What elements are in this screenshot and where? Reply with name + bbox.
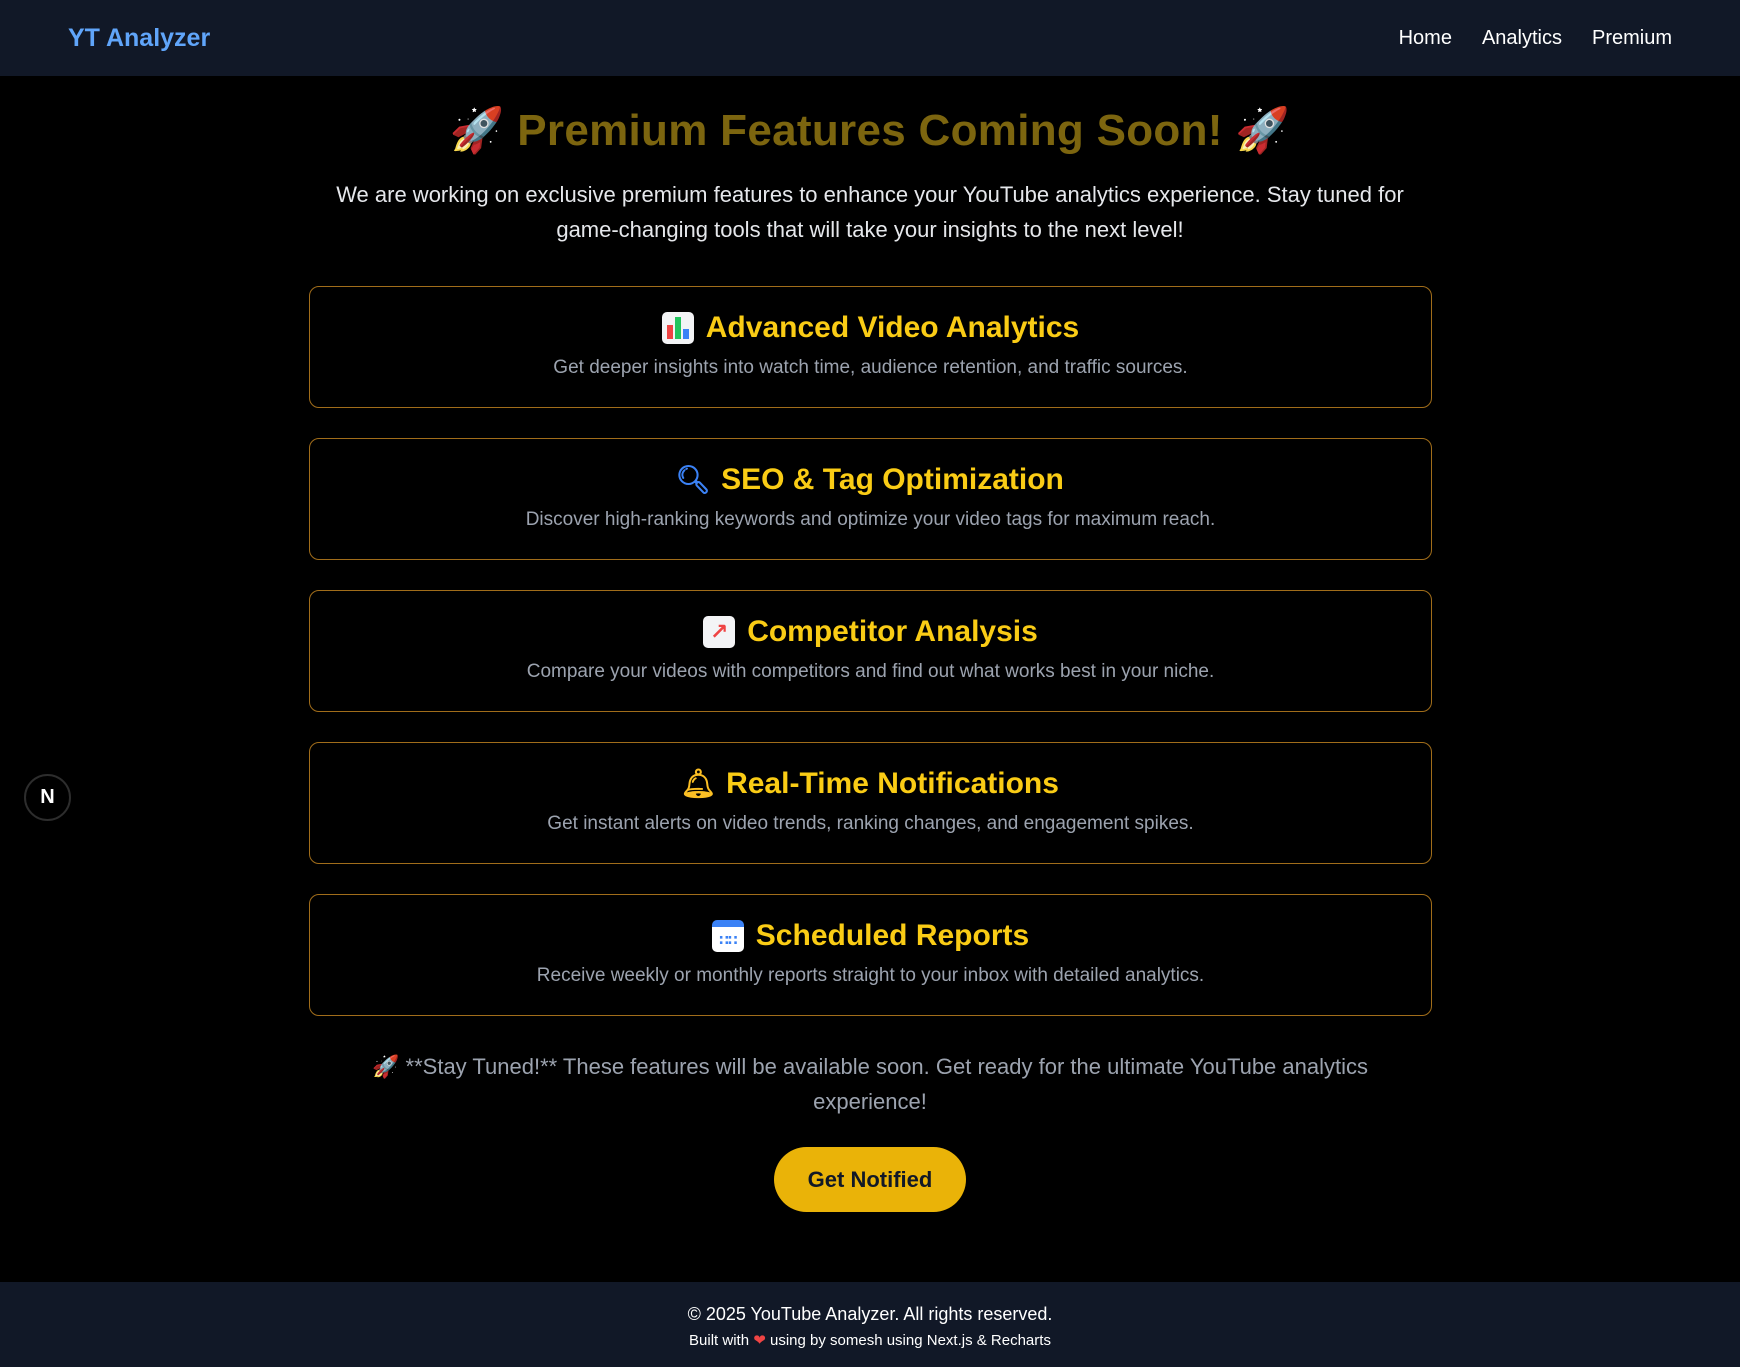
stay-tuned-text: **Stay Tuned!** These features will be a… bbox=[405, 1054, 1368, 1114]
top-navbar: YT Analyzer Home Analytics Premium bbox=[0, 0, 1740, 76]
calendar-icon: ∷∷ bbox=[711, 920, 744, 952]
nextjs-dev-indicator[interactable]: N bbox=[24, 774, 71, 821]
rocket-icon: 🚀 bbox=[1235, 106, 1291, 155]
feature-card-video-analytics: Advanced Video Analytics Get deeper insi… bbox=[309, 286, 1432, 408]
feature-list: Advanced Video Analytics Get deeper insi… bbox=[309, 286, 1432, 1046]
feature-title: Advanced Video Analytics bbox=[705, 311, 1080, 344]
rocket-icon: 🚀 bbox=[449, 106, 505, 155]
get-notified-button[interactable]: Get Notified bbox=[774, 1147, 966, 1212]
page-title-text: Premium Features Coming Soon! bbox=[517, 106, 1223, 155]
stay-tuned-message: 🚀 **Stay Tuned!** These features will be… bbox=[360, 1049, 1380, 1119]
feature-card-reports: ∷∷ Scheduled Reports Receive weekly or m… bbox=[309, 894, 1432, 1016]
feature-card-notifications: 🔔︎ Real-Time Notifications Get instant a… bbox=[309, 742, 1432, 864]
feature-description: Discover high-ranking keywords and optim… bbox=[525, 509, 1216, 530]
copyright-text: © 2025 YouTube Analyzer. All rights rese… bbox=[687, 1304, 1053, 1324]
heart-icon: ❤ bbox=[753, 1332, 766, 1349]
magnifier-icon: 🔍︎ bbox=[675, 464, 711, 495]
feature-description: Get instant alerts on video trends, rank… bbox=[547, 813, 1194, 834]
feature-title: Competitor Analysis bbox=[747, 615, 1038, 648]
page-description: We are working on exclusive premium feat… bbox=[336, 182, 1404, 242]
nav-link-premium[interactable]: Premium bbox=[1592, 27, 1672, 50]
feature-title: Scheduled Reports bbox=[755, 919, 1030, 952]
nav-links: Home Analytics Premium bbox=[1399, 27, 1672, 50]
feature-card-competitor: ↗ Competitor Analysis Compare your video… bbox=[309, 590, 1432, 712]
feature-description: Compare your videos with competitors and… bbox=[526, 661, 1215, 682]
feature-card-seo: 🔍︎ SEO & Tag Optimization Discover high-… bbox=[309, 438, 1432, 560]
feature-description: Get deeper insights into watch time, aud… bbox=[553, 357, 1188, 378]
feature-description: Receive weekly or monthly reports straig… bbox=[536, 965, 1205, 986]
feature-title: SEO & Tag Optimization bbox=[721, 463, 1064, 496]
page-title: 🚀 Premium Features Coming Soon! 🚀 bbox=[0, 104, 1740, 156]
trend-chart-icon: ↗ bbox=[703, 616, 736, 648]
brand-logo[interactable]: YT Analyzer bbox=[68, 24, 210, 53]
nav-link-home[interactable]: Home bbox=[1399, 27, 1452, 50]
page-footer: © 2025 YouTube Analyzer. All rights rese… bbox=[0, 1282, 1740, 1367]
nav-link-analytics[interactable]: Analytics bbox=[1482, 27, 1562, 50]
bar-chart-icon bbox=[661, 312, 694, 344]
feature-title: Real-Time Notifications bbox=[726, 767, 1059, 800]
bell-icon: 🔔︎ bbox=[680, 768, 716, 799]
built-with-text: Built with ❤ using by somesh using Next.… bbox=[689, 1332, 1051, 1349]
rocket-icon: 🚀 bbox=[372, 1054, 400, 1079]
